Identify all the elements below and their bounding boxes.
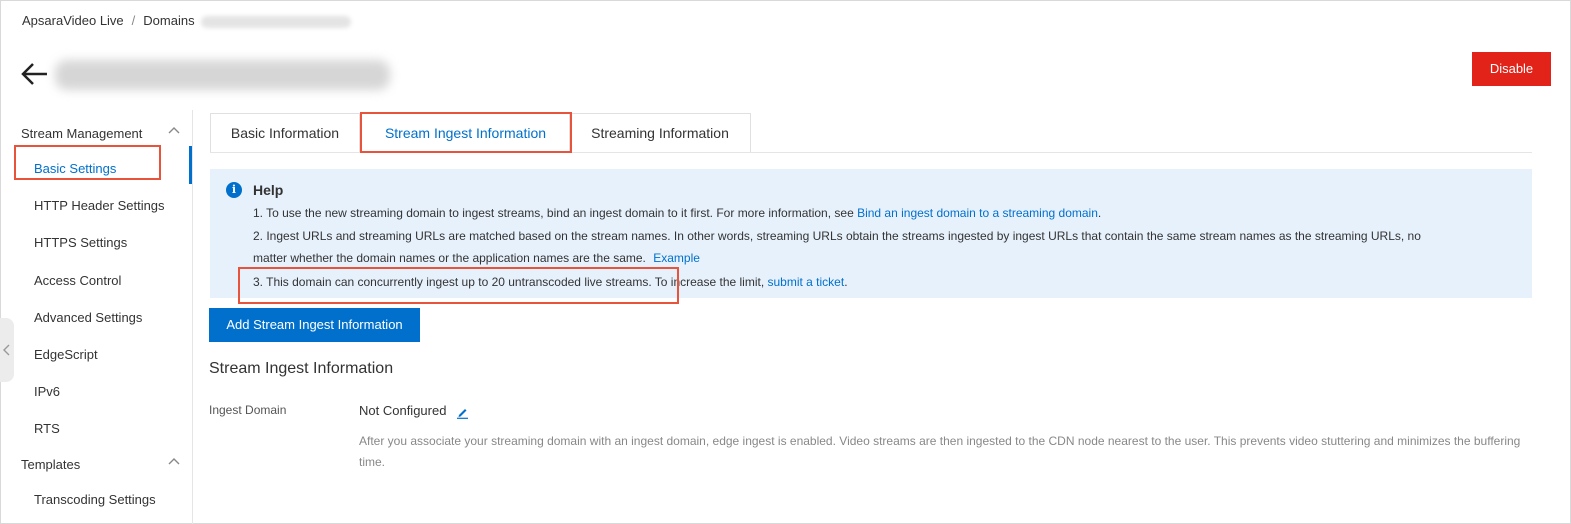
highlight-active-tab: [360, 112, 572, 153]
section-title: Stream Ingest Information: [209, 360, 394, 377]
active-indicator: [189, 146, 192, 184]
ingest-domain-value: Not Configured: [359, 403, 447, 418]
sidebar-group-stream-management[interactable]: Stream Management: [21, 126, 142, 141]
highlight-ingest-limit: [238, 267, 679, 304]
chevron-up-icon[interactable]: [167, 456, 181, 466]
sidebar-item-http-header-settings[interactable]: HTTP Header Settings: [34, 198, 165, 213]
help-line-2b-text: matter whether the domain names or the a…: [253, 251, 646, 265]
example-link[interactable]: Example: [653, 251, 700, 265]
chevron-up-icon[interactable]: [167, 125, 181, 135]
submit-ticket-link[interactable]: submit a ticket: [768, 275, 845, 289]
info-icon: i: [226, 182, 242, 198]
breadcrumb-separator: /: [131, 13, 136, 28]
highlight-basic-settings: [14, 145, 161, 180]
disable-button[interactable]: Disable: [1472, 52, 1551, 86]
sidebar-group-templates[interactable]: Templates: [21, 457, 80, 472]
sidebar-item-ipv6[interactable]: IPv6: [34, 384, 60, 399]
sidebar-collapse-handle[interactable]: [0, 318, 14, 382]
add-stream-ingest-button[interactable]: Add Stream Ingest Information: [209, 308, 420, 342]
ingest-domain-label: Ingest Domain: [209, 403, 287, 417]
breadcrumb: ApsaraVideo Live / Domains: [22, 13, 351, 28]
breadcrumb-apsaravideo-live[interactable]: ApsaraVideo Live: [22, 13, 124, 28]
back-arrow-icon[interactable]: [20, 60, 50, 88]
sidebar-item-rts[interactable]: RTS: [34, 421, 60, 436]
help-title: Help: [253, 182, 284, 198]
sidebar-item-edgescript[interactable]: EdgeScript: [34, 347, 98, 362]
redacted-domain-title: [55, 60, 390, 90]
help-line-2a: 2. Ingest URLs and streaming URLs are ma…: [253, 229, 1421, 243]
sidebar-item-advanced-settings[interactable]: Advanced Settings: [34, 310, 142, 325]
ingest-domain-description: After you associate your streaming domai…: [359, 434, 1521, 469]
help-line-1-end: .: [1097, 206, 1102, 220]
sidebar-item-access-control[interactable]: Access Control: [34, 273, 121, 288]
help-line-3-end: .: [844, 275, 848, 289]
tab-basic-information[interactable]: Basic Information: [210, 113, 360, 152]
edit-icon[interactable]: [456, 406, 469, 419]
sidebar-item-transcoding-settings[interactable]: Transcoding Settings: [34, 492, 156, 507]
bind-ingest-domain-link[interactable]: Bind an ingest domain to a streaming dom…: [857, 206, 1098, 220]
sidebar-item-https-settings[interactable]: HTTPS Settings: [34, 235, 127, 250]
redacted-domain-breadcrumb: [200, 15, 351, 28]
tab-streaming-information[interactable]: Streaming Information: [569, 113, 751, 152]
help-line-1: 1. To use the new streaming domain to in…: [253, 206, 1101, 220]
help-line-1-text: 1. To use the new streaming domain to in…: [253, 206, 858, 220]
help-line-2b: matter whether the domain names or the a…: [253, 251, 700, 265]
breadcrumb-domains[interactable]: Domains: [143, 13, 194, 28]
chevron-left-icon: [3, 344, 10, 356]
